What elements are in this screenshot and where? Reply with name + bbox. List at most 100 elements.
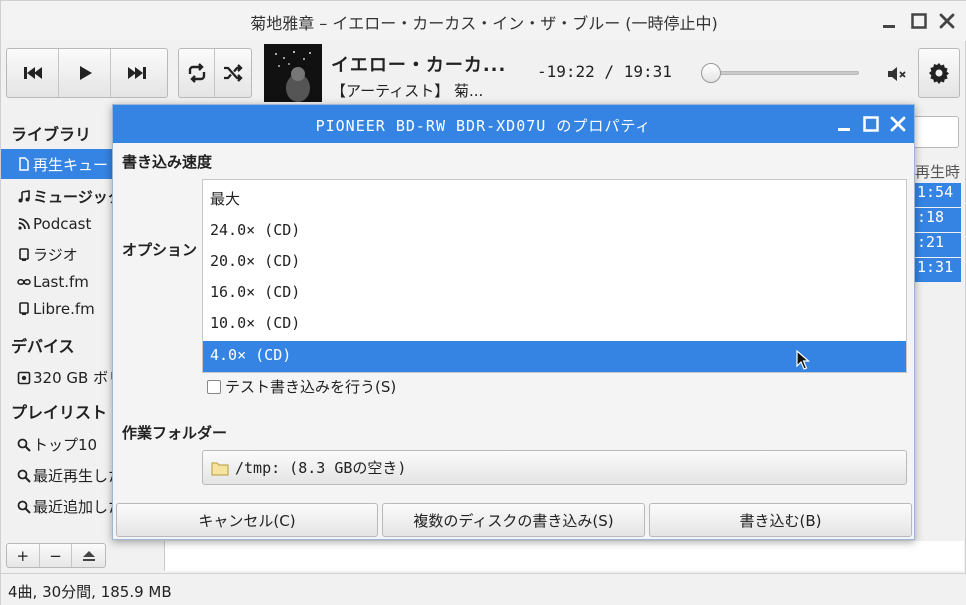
speed-option[interactable]: 16.0× (CD) <box>203 278 906 309</box>
sidebar-item-label: 再生キュー <box>33 155 109 174</box>
seek-handle[interactable] <box>701 63 721 83</box>
shuffle-button[interactable] <box>215 49 251 97</box>
dialog-close-icon[interactable] <box>889 115 907 133</box>
status-text: 4曲, 30分間, 185.9 MB <box>8 583 172 601</box>
work-folder-label: 作業フォルダー <box>122 424 228 442</box>
gear-icon <box>929 63 949 84</box>
sidebar-toolbar: + − <box>6 543 106 568</box>
devices-heading: デバイス <box>11 337 75 356</box>
seek-slider[interactable] <box>701 63 861 83</box>
sidebar-item-label: Last.fm <box>33 273 89 291</box>
work-folder-value: /tmp: (8.3 GBの空き) <box>235 459 407 477</box>
sidebar-item-label: ミュージック <box>33 188 116 206</box>
search-icon <box>17 438 31 452</box>
sidebar-item-music[interactable]: ミュージック <box>17 186 116 207</box>
sidebar-item-top10[interactable]: トップ10 <box>17 434 97 455</box>
track-title: イエロー・カーカ... <box>331 55 507 76</box>
sidebar-item-play-queue[interactable]: 再生キュー <box>1 149 116 179</box>
sidebar-item-label: Podcast <box>33 215 92 233</box>
speed-option[interactable]: 10.0× (CD) <box>203 309 906 340</box>
remove-playlist-button[interactable]: − <box>40 544 73 567</box>
settings-button[interactable] <box>918 48 960 98</box>
sidebar-item-label: 320 GB ボリューム <box>33 369 116 387</box>
window-titlebar[interactable]: 菊地雅章 – イエロー・カーカス・イン・ザ・ブルー (一時停止中) <box>1 1 966 41</box>
window-title: 菊地雅章 – イエロー・カーカス・イン・ザ・ブルー (一時停止中) <box>250 14 718 33</box>
add-playlist-button[interactable]: + <box>7 544 40 567</box>
library-heading: ライブラリ <box>11 125 92 144</box>
burn-properties-dialog: PIONEER BD-RW BDR-XD07U のプロパティ 書き込み速度 オプ… <box>112 104 915 540</box>
sidebar-item-volume[interactable]: 320 GB ボリューム <box>17 367 116 388</box>
repeat-icon <box>188 63 205 83</box>
music-note-icon <box>18 189 30 202</box>
drive-icon <box>17 371 31 384</box>
write-speed-label: 書き込み速度 <box>122 153 213 171</box>
dialog-titlebar[interactable]: PIONEER BD-RW BDR-XD07U のプロパティ <box>113 105 914 143</box>
search-icon <box>17 469 31 483</box>
seek-track <box>711 71 859 75</box>
sidebar-item-recently-added[interactable]: 最近追加した曲 <box>17 496 116 517</box>
eject-icon <box>82 550 95 561</box>
dialog-maximize-icon[interactable] <box>862 115 880 133</box>
playlists-heading: プレイリスト <box>11 403 108 422</box>
playlist-view[interactable] <box>164 541 964 571</box>
sidebar-item-label: トップ10 <box>33 436 98 454</box>
playback-controls <box>6 48 168 98</box>
eject-button[interactable] <box>72 544 105 567</box>
sidebar-item-label: Libre.fm <box>33 300 95 318</box>
minimize-icon[interactable] <box>880 12 898 30</box>
test-write-checkbox[interactable]: テスト書き込みを行う(S) <box>207 376 396 397</box>
mouse-cursor-icon <box>796 349 811 372</box>
radio-icon <box>19 302 29 315</box>
table-row[interactable]: 1:31 <box>915 258 961 282</box>
table-row[interactable]: :21 <box>915 233 961 257</box>
work-folder-chooser[interactable]: /tmp: (8.3 GBの空き) <box>202 450 907 485</box>
radio-icon <box>19 247 29 261</box>
mode-controls <box>178 48 252 98</box>
document-icon <box>19 157 29 171</box>
test-write-label: テスト書き込みを行う(S) <box>225 378 397 396</box>
rss-icon <box>18 218 30 230</box>
options-label: オプション <box>122 241 198 259</box>
folder-icon <box>211 462 229 475</box>
table-row[interactable]: 1:54 <box>915 183 961 207</box>
sidebar-item-librefm[interactable]: Libre.fm <box>17 300 95 318</box>
album-art[interactable] <box>264 44 322 102</box>
next-track-button[interactable] <box>111 49 163 97</box>
sidebar-item-lastfm[interactable]: Last.fm <box>17 273 89 291</box>
play-button[interactable] <box>59 49 111 97</box>
table-row[interactable]: :18 <box>915 208 961 232</box>
sidebar: ライブラリ 再生キュー ミュージック Podcast ラジオ Last.fm L… <box>1 109 116 539</box>
sidebar-item-recently-played[interactable]: 最近再生した曲 <box>17 465 116 486</box>
sidebar-item-label: 最近再生した曲 <box>33 467 116 485</box>
skip-forward-icon <box>128 67 146 79</box>
speed-option[interactable]: 24.0× (CD) <box>203 216 906 247</box>
checkbox-box[interactable] <box>207 379 221 394</box>
previous-track-button[interactable] <box>7 49 59 97</box>
lastfm-icon <box>17 279 31 285</box>
time-readout[interactable]: -19:22 / 19:31 <box>537 62 672 81</box>
search-icon <box>17 500 31 514</box>
speed-option[interactable]: 20.0× (CD) <box>203 247 906 278</box>
speed-option[interactable]: 最大 <box>203 183 906 214</box>
sidebar-item-podcast[interactable]: Podcast <box>17 215 91 233</box>
column-header-duration[interactable]: 再生時間 <box>915 161 961 182</box>
sidebar-item-radio[interactable]: ラジオ <box>17 244 78 265</box>
burn-button[interactable]: 書き込む(B) <box>649 503 912 537</box>
repeat-button[interactable] <box>179 49 215 97</box>
shuffle-icon <box>224 64 243 82</box>
sidebar-item-label: ラジオ <box>33 246 78 264</box>
sidebar-item-label: 最近追加した曲 <box>33 498 116 516</box>
dialog-title: PIONEER BD-RW BDR-XD07U のプロパティ <box>315 117 652 135</box>
maximize-icon[interactable] <box>910 12 928 30</box>
multi-disc-burn-button[interactable]: 複数のディスクの書き込み(S) <box>382 503 645 537</box>
play-icon <box>79 66 92 80</box>
status-bar: 4曲, 30分間, 185.9 MB <box>1 573 966 605</box>
volume-muted-icon[interactable] <box>885 63 907 85</box>
close-icon[interactable] <box>938 12 956 30</box>
dialog-minimize-icon[interactable] <box>835 115 853 133</box>
write-speed-list[interactable]: 最大 24.0× (CD) 20.0× (CD) 16.0× (CD) 10.0… <box>202 179 907 373</box>
track-artist: 【アーティスト】 菊... <box>331 82 484 100</box>
cancel-button[interactable]: キャンセル(C) <box>116 503 378 537</box>
skip-back-icon <box>23 67 42 79</box>
search-input[interactable] <box>915 116 959 148</box>
